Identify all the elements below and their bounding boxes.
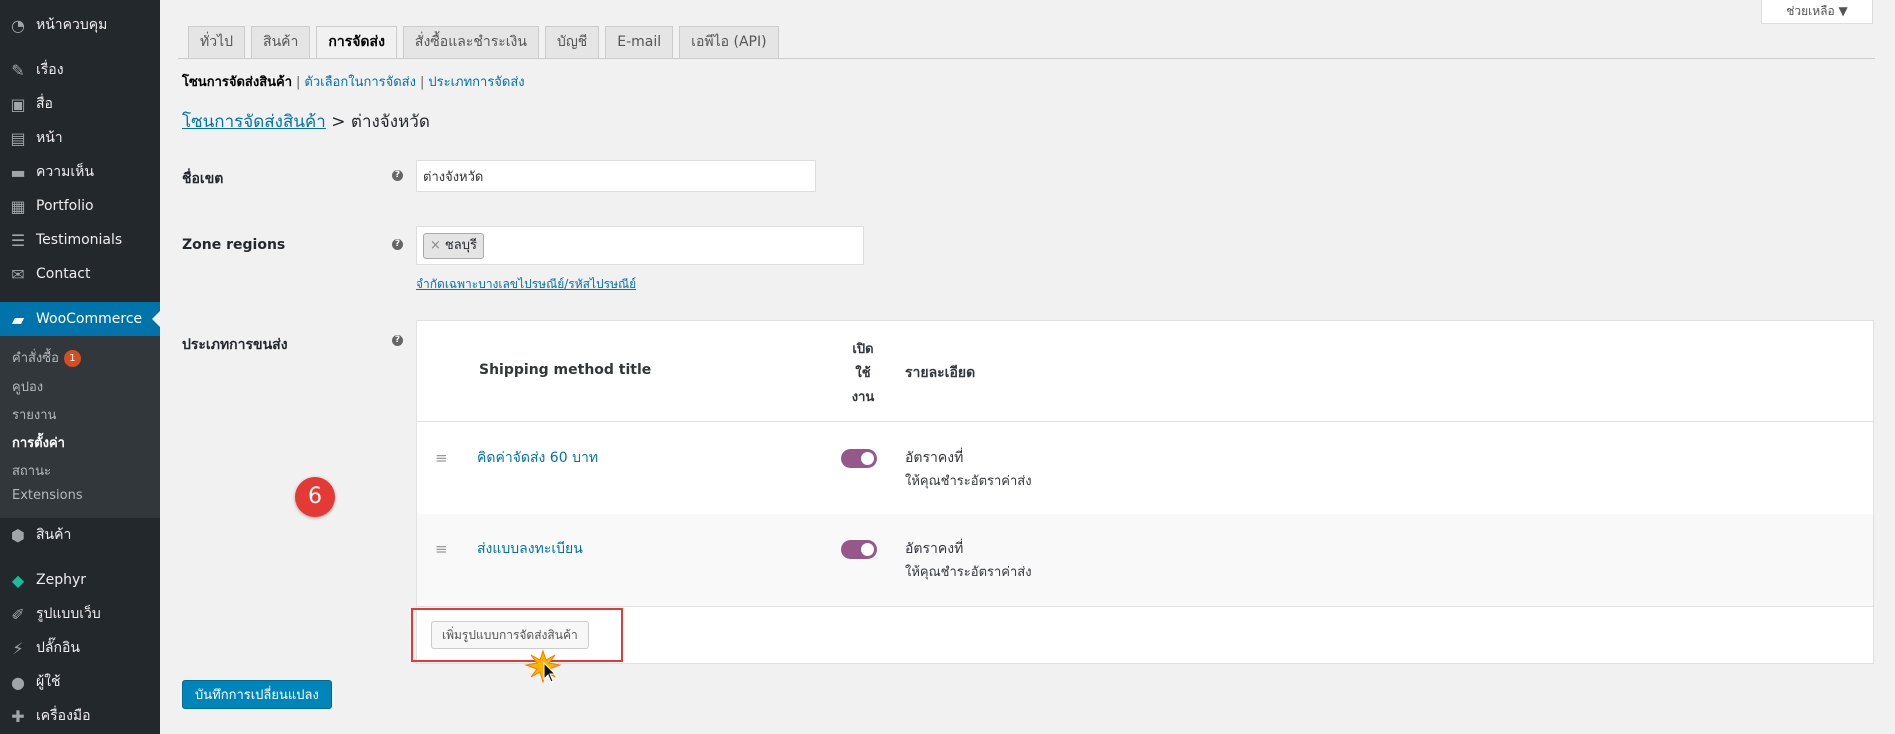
box-icon: ⬢ <box>11 525 25 545</box>
toggle-knob <box>861 452 874 465</box>
zone-regions-select[interactable]: × ชลบุรี <box>416 226 864 265</box>
sidebar-item-tools[interactable]: ✚ เครื่องมือ <box>0 699 160 733</box>
tab-checkout[interactable]: สั่งซื้อและชำระเงิน <box>402 26 539 58</box>
subnav-shipping-classes[interactable]: ประเภทการจัดส่ง <box>428 75 524 90</box>
drag-handle-icon[interactable]: ≡ <box>435 449 448 467</box>
submenu-item-reports[interactable]: รายงาน <box>12 404 56 425</box>
table-row: ≡ ส่งแบบลงทะเบียน อัตราคงที่ ให้คุณชำระอ… <box>417 514 1873 606</box>
method-description: อัตราคงที่ ให้คุณชำระอัตราค่าส่ง <box>905 450 1032 489</box>
sidebar-item-dashboard[interactable]: ◔ หน้าควบคุม <box>0 8 160 42</box>
woo-icon: ▰ <box>11 309 25 329</box>
sidebar-item-contact[interactable]: ✉ Contact <box>0 257 160 291</box>
limit-postcodes-link[interactable]: จำกัดเฉพาะบางเลขไปรษณีย์/รหัสไปรษณีย์ <box>416 275 636 294</box>
testimonial-icon: ☰ <box>10 230 26 250</box>
user-icon: ● <box>11 672 25 692</box>
zone-regions-label: Zone regions <box>182 237 286 253</box>
tab-products[interactable]: สินค้า <box>251 26 311 58</box>
settings-tabs: ทั่วไป สินค้า การจัดส่ง สั่งซื้อและชำระเ… <box>188 26 785 58</box>
column-header-title: Shipping method title <box>479 362 652 378</box>
shipping-methods-label: ประเภทการขนส่ง <box>182 337 288 353</box>
submenu-item-coupons[interactable]: คูปอง <box>12 376 43 397</box>
table-header: Shipping method title เปิด ใช้ งาน รายละ… <box>417 321 1873 422</box>
table-footer: เพิ่มรูปแบบการจัดส่งสินค้า <box>417 606 1873 664</box>
media-icon: ▣ <box>10 94 26 114</box>
highlight-box <box>411 608 623 662</box>
step-number-badge: 6 <box>295 477 335 517</box>
tab-accounts[interactable]: บัญชี <box>544 26 600 58</box>
toggle-knob <box>861 543 874 556</box>
subnav-shipping-options[interactable]: ตัวเลือกในการจัดส่ง <box>304 75 416 90</box>
shipping-subnav: โซนการจัดส่งสินค้า | ตัวเลือกในการจัดส่ง | ป… <box>182 75 525 90</box>
dashboard-icon: ◔ <box>11 15 25 35</box>
column-header-description: รายละเอียด <box>905 365 976 381</box>
sidebar-item-comments[interactable]: ▬ ความเห็น <box>0 155 160 189</box>
sidebar-item-posts[interactable]: ✎ เรื่อง <box>0 53 160 87</box>
tab-api[interactable]: เอพีไอ (API) <box>679 26 779 58</box>
subnav-shipping-zones[interactable]: โซนการจัดส่งสินค้า <box>182 75 292 90</box>
table-row: ≡ คิดค่าจัดส่ง 60 บาท อัตราคงที่ ให้คุณช… <box>417 423 1873 515</box>
help-icon[interactable]: ? <box>392 239 403 250</box>
shipping-methods-table: Shipping method title เปิด ใช้ งาน รายละ… <box>416 320 1874 664</box>
zone-name-label: ชื่อเขต <box>182 171 224 187</box>
help-icon[interactable]: ? <box>392 170 403 181</box>
help-icon[interactable]: ? <box>392 335 403 346</box>
woocommerce-submenu: คำสั่งซื้อ 1 คูปอง รายงาน การตั้งค่า สถาน… <box>0 336 160 518</box>
sidebar-item-portfolio[interactable]: ▦ Portfolio <box>0 189 160 223</box>
submenu-item-orders[interactable]: คำสั่งซื้อ 1 <box>12 347 81 368</box>
submenu-item-settings[interactable]: การตั้งค่า <box>12 432 65 453</box>
sidebar-item-media[interactable]: ▣ สื่อ <box>0 87 160 121</box>
tab-general[interactable]: ทั่วไป <box>188 26 246 58</box>
sidebar-item-pages[interactable]: ▤ หน้า <box>0 121 160 155</box>
tab-shipping[interactable]: การจัดส่ง <box>316 26 397 58</box>
sidebar-item-testimonials[interactable]: ☰ Testimonials <box>0 223 160 257</box>
plugin-icon: ⚡ <box>12 638 24 658</box>
breadcrumb-shipping-zones-link[interactable]: โซนการจัดส่งสินค้า <box>182 112 326 132</box>
save-changes-button[interactable]: บันทึกการเปลี่ยนแปลง <box>182 680 332 709</box>
method-description: อัตราคงที่ ให้คุณชำระอัตราค่าส่ง <box>905 541 1032 580</box>
sidebar-item-products[interactable]: ⬢ สินค้า <box>0 518 160 552</box>
sidebar-item-appearance[interactable]: ✐ รูปแบบเว็บ <box>0 597 160 631</box>
sidebar-item-users[interactable]: ● ผู้ใช้ <box>0 665 160 699</box>
column-header-enabled: เปิด ใช้ งาน <box>851 342 875 405</box>
wrench-icon: ✚ <box>11 706 25 726</box>
portfolio-icon: ▦ <box>10 196 26 216</box>
breadcrumb: โซนการจัดส่งสินค้า > ต่างจังหวัด <box>182 112 430 132</box>
enabled-toggle[interactable] <box>841 540 877 559</box>
sidebar-item-zephyr[interactable]: ◆ Zephyr <box>0 563 160 597</box>
region-token[interactable]: × ชลบุรี <box>423 233 484 259</box>
mouse-cursor-click-icon <box>524 649 562 684</box>
tabs-divider <box>178 58 1875 59</box>
brush-icon: ✐ <box>11 604 25 624</box>
admin-sidebar: ◔ หน้าควบคุม ✎ เรื่อง ▣ สื่อ ▤ หน้า ▬ คว… <box>0 0 160 734</box>
sidebar-item-plugins[interactable]: ⚡ ปลั๊กอิน <box>0 631 160 665</box>
page-icon: ▤ <box>10 128 26 148</box>
tab-email[interactable]: E-mail <box>605 26 674 58</box>
zone-name-input[interactable] <box>416 160 816 192</box>
breadcrumb-current: ต่างจังหวัด <box>350 112 430 132</box>
shipping-method-title-link[interactable]: คิดค่าจัดส่ง 60 บาท <box>477 447 598 469</box>
gem-icon: ◆ <box>11 570 25 590</box>
shipping-method-title-link[interactable]: ส่งแบบลงทะเบียน <box>477 538 583 560</box>
remove-token-icon[interactable]: × <box>430 238 441 253</box>
drag-handle-icon[interactable]: ≡ <box>435 540 448 558</box>
pin-icon: ✎ <box>11 60 25 80</box>
enabled-toggle[interactable] <box>841 449 877 468</box>
comment-icon: ▬ <box>10 162 26 182</box>
mail-icon: ✉ <box>11 264 25 284</box>
help-tab-button[interactable]: ช่วยเหลือ ▼ <box>1761 0 1873 24</box>
submenu-item-extensions[interactable]: Extensions <box>12 488 83 503</box>
sidebar-item-woocommerce[interactable]: ▰ WooCommerce <box>0 302 160 336</box>
submenu-item-status[interactable]: สถานะ <box>12 460 51 481</box>
orders-count-badge: 1 <box>63 350 81 367</box>
